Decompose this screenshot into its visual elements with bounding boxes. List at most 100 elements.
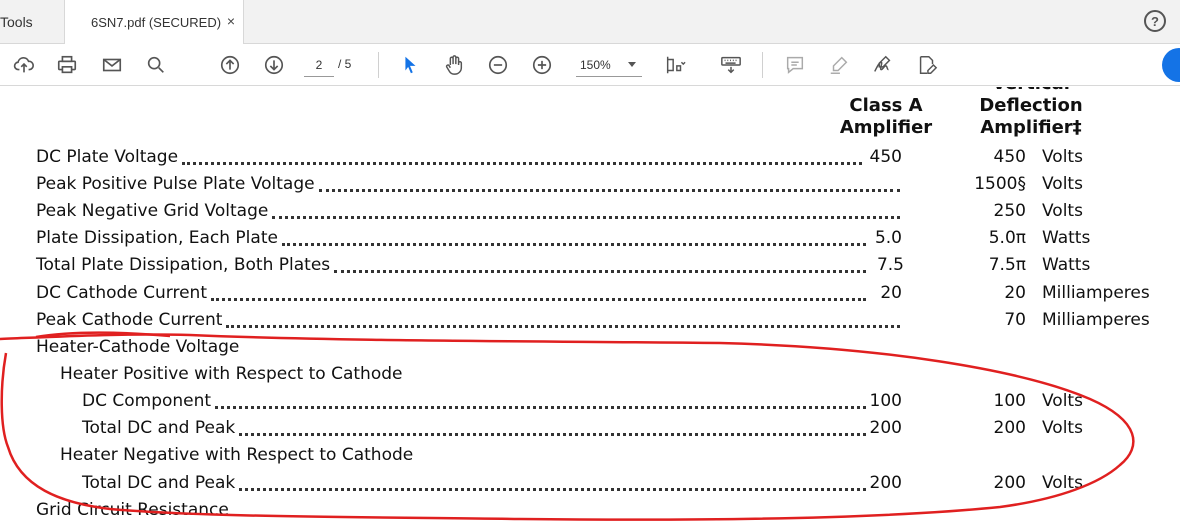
- select-arrow-icon[interactable]: [397, 53, 423, 77]
- header-vertical-line1: Vertical: [966, 87, 1096, 95]
- class-a-value: 450: [869, 147, 902, 167]
- row-label: Plate Dissipation, Each Plate: [36, 228, 278, 248]
- chevron-down-icon: [628, 62, 636, 67]
- leader-dots: [319, 188, 900, 192]
- table-row: Peak Negative Grid Voltage 250 Volts: [0, 201, 1180, 227]
- leader-dots: [211, 297, 866, 301]
- leader-dots: [182, 161, 862, 165]
- leader-dots: [226, 324, 900, 328]
- toolbar-divider: [762, 52, 763, 78]
- table-row: Plate Dissipation, Each Plate 5.0 5.0π Watt…: [0, 228, 1180, 254]
- row-label: Heater Negative with Respect to Cathode: [60, 445, 414, 465]
- unit-label: Volts: [1042, 473, 1083, 493]
- class-a-value: 20: [880, 283, 902, 303]
- class-a-value: 7.5: [876, 255, 904, 275]
- table-row: Heater Positive with Respect to Cathode: [0, 364, 1180, 390]
- table-row: Grid Circuit Resistance: [0, 500, 1180, 525]
- leader-dots: [272, 215, 900, 219]
- zoom-in-icon[interactable]: [529, 53, 555, 77]
- row-label: Total DC and Peak: [82, 473, 236, 493]
- unit-label: Milliamperes: [1042, 283, 1150, 303]
- unit-label: Volts: [1042, 418, 1083, 438]
- row-label: DC Plate Voltage: [36, 147, 179, 167]
- tab-document-label: 6SN7.pdf (SECURED): [91, 14, 222, 30]
- table-row: Peak Positive Pulse Plate Voltage 1500§ Vo…: [0, 174, 1180, 200]
- table-row: Heater-Cathode Voltage: [0, 337, 1180, 363]
- row-label: Heater Positive with Respect to Cathode: [60, 364, 403, 384]
- table-row: DC Plate Voltage 450 450 Volts: [0, 147, 1180, 173]
- upload-cloud-icon[interactable]: [11, 53, 37, 77]
- hand-icon[interactable]: [441, 53, 467, 77]
- unit-label: Milliamperes: [1042, 310, 1150, 330]
- table-row: Total DC and Peak 200 200 Volts: [0, 473, 1180, 499]
- row-label: Total Plate Dissipation, Both Plates: [36, 255, 331, 275]
- table-row: DC Cathode Current 20 20 Milliamperes: [0, 283, 1180, 309]
- print-icon[interactable]: [54, 53, 80, 77]
- header-vertical-deflection: Vertical Deflection Amplifier‡: [966, 87, 1096, 139]
- header-class-a-line1: Class A: [849, 95, 923, 116]
- row-label: Peak Positive Pulse Plate Voltage: [36, 174, 315, 194]
- keyboard-icon[interactable]: [718, 53, 744, 77]
- pdf-page: Class A Amplifier Vertical Deflection Am…: [0, 87, 1180, 525]
- tab-document[interactable]: 6SN7.pdf (SECURED) ×: [64, 0, 244, 44]
- header-vertical-line3: Amplifier‡: [980, 117, 1082, 138]
- unit-label: Volts: [1042, 174, 1083, 194]
- page-down-icon[interactable]: [261, 53, 287, 77]
- table-row: Total Plate Dissipation, Both Plates 7.5 7…: [0, 255, 1180, 281]
- class-a-value: 5.0: [874, 228, 902, 248]
- leader-dots: [282, 242, 866, 246]
- row-label: Heater-Cathode Voltage: [36, 337, 240, 357]
- email-icon[interactable]: [99, 53, 125, 77]
- unit-label: Volts: [1042, 147, 1083, 167]
- row-label: DC Component: [82, 391, 212, 411]
- vertical-deflection-value: 100: [993, 391, 1026, 411]
- class-a-value: 200: [869, 473, 902, 493]
- fill-sign-icon[interactable]: [914, 53, 940, 77]
- header-class-a-line2: Amplifier: [839, 117, 933, 138]
- zoom-select[interactable]: 150%: [576, 53, 642, 77]
- table-row: Total DC and Peak 200 200 Volts: [0, 418, 1180, 444]
- page-number-input[interactable]: 2: [304, 53, 334, 77]
- unit-label: Watts: [1042, 255, 1091, 275]
- class-a-value: 100: [869, 391, 902, 411]
- unit-label: Volts: [1042, 391, 1083, 411]
- leader-dots: [215, 405, 866, 409]
- comment-icon[interactable]: [782, 53, 808, 77]
- highlight-icon[interactable]: [826, 53, 852, 77]
- page-up-icon[interactable]: [217, 53, 243, 77]
- zoom-value: 150%: [580, 57, 611, 72]
- page-total: / 5: [338, 57, 352, 71]
- tab-bar: Tools 6SN7.pdf (SECURED) × ?: [0, 0, 1180, 44]
- unit-label: Volts: [1042, 201, 1083, 221]
- row-label: Peak Cathode Current: [36, 310, 223, 330]
- tab-tools[interactable]: Tools: [0, 0, 64, 44]
- vertical-deflection-value: 7.5π: [988, 255, 1026, 275]
- leader-dots: [239, 432, 866, 436]
- zoom-out-icon[interactable]: [485, 53, 511, 77]
- vertical-deflection-value: 5.0π: [988, 228, 1026, 248]
- header-vertical-line2: Deflection: [979, 95, 1083, 116]
- toolbar-divider: [378, 52, 379, 78]
- header-class-a: Class A Amplifier: [826, 95, 946, 139]
- vertical-deflection-value: 250: [993, 201, 1026, 221]
- unit-label: Watts: [1042, 228, 1091, 248]
- vertical-deflection-value: 200: [993, 473, 1026, 493]
- leader-dots: [239, 487, 866, 491]
- table-row: DC Component 100 100 Volts: [0, 391, 1180, 417]
- row-label: Grid Circuit Resistance: [36, 500, 229, 520]
- vertical-deflection-value: 1500§: [974, 174, 1026, 194]
- row-label: Total DC and Peak: [82, 418, 236, 438]
- table-row: Heater Negative with Respect to Cathode: [0, 445, 1180, 471]
- leader-dots: [334, 269, 866, 273]
- fit-page-icon[interactable]: [662, 53, 688, 77]
- vertical-deflection-value: 20: [1004, 283, 1026, 303]
- row-label: DC Cathode Current: [36, 283, 207, 303]
- class-a-value: 200: [869, 418, 902, 438]
- vertical-deflection-value: 200: [993, 418, 1026, 438]
- search-icon[interactable]: [143, 53, 169, 77]
- table-row: Peak Cathode Current 70 Milliamperes: [0, 310, 1180, 336]
- toolbar: 2 / 5 150%: [0, 44, 1180, 86]
- close-icon[interactable]: ×: [227, 13, 235, 29]
- help-icon[interactable]: ?: [1144, 10, 1166, 32]
- sign-icon[interactable]: [870, 53, 896, 77]
